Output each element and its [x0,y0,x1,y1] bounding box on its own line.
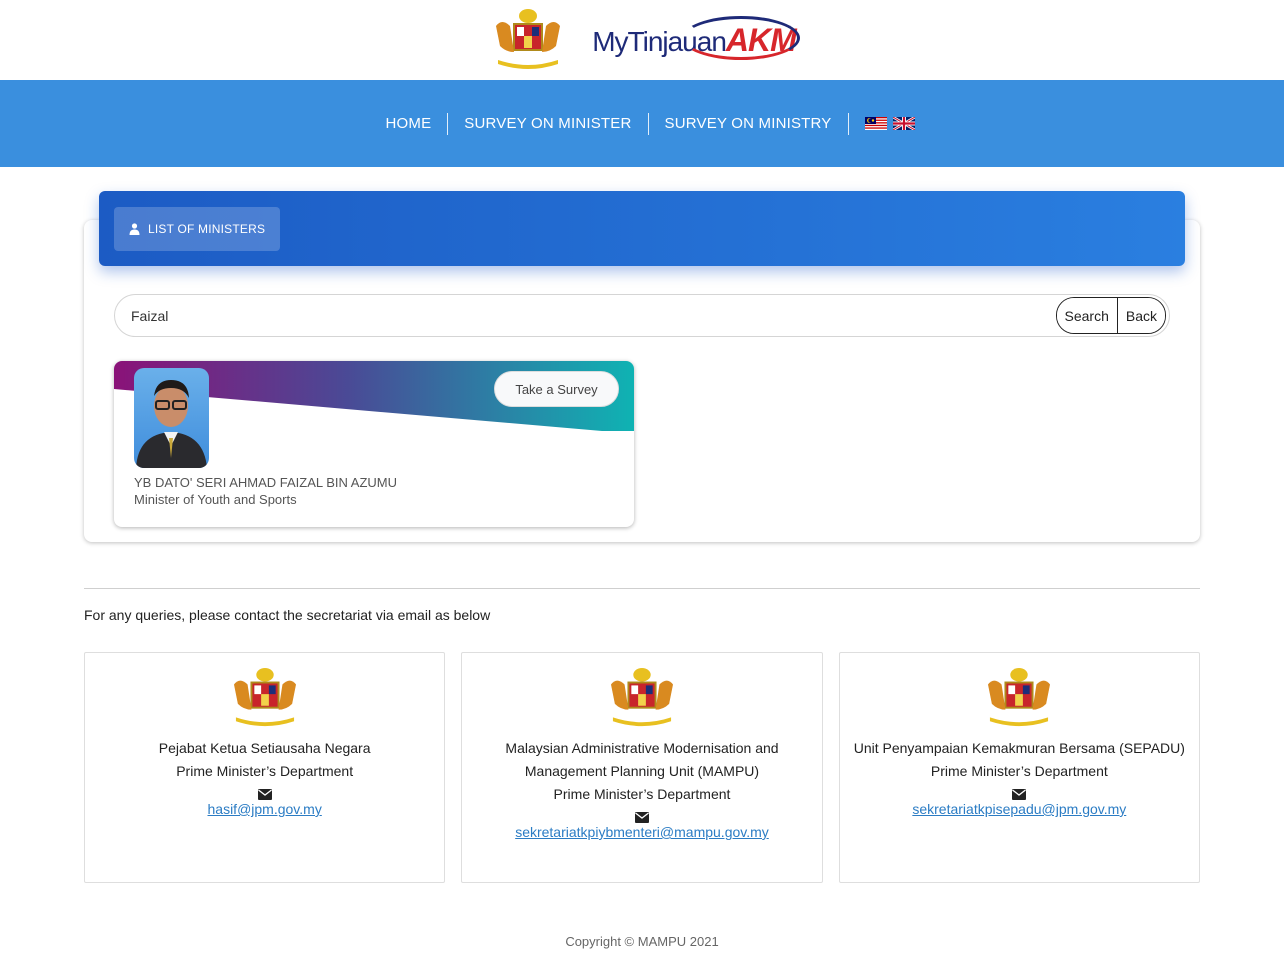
footer-divider [84,588,1200,589]
nav-survey-on-ministry[interactable]: SURVEY ON MINISTRY [649,112,849,135]
contact-dept: Prime Minister’s Department [176,763,354,779]
uk-flag-icon[interactable] [892,117,915,130]
minister-role: Minister of Youth and Sports [134,492,297,507]
contact-cards: Pejabat Ketua Setiausaha Negara Prime Mi… [84,652,1200,883]
contact-email-link[interactable]: hasif@jpm.gov.my [208,801,322,817]
brand-text-my: MyTinjauan [592,25,727,57]
brand-text-akm: AKM [725,21,797,58]
queries-text: For any queries, please contact the secr… [84,607,491,623]
main-navbar: HOME SURVEY ON MINISTER SURVEY ON MINIST… [0,80,1284,167]
coat-of-arms-icon [233,667,296,727]
person-silhouette-icon [136,380,207,468]
ministers-panel-header: LIST OF MINISTERS [99,191,1185,266]
user-icon [129,223,140,235]
search-button-group: Search Back [1055,297,1166,334]
coat-of-arms-icon [610,667,673,727]
envelope-icon [257,789,272,800]
search-input[interactable] [131,305,1031,327]
tab-label: LIST OF MINISTERS [148,222,266,236]
contact-org-2: Management Planning Unit (MAMPU) [524,763,760,779]
coat-of-arms-icon [988,667,1051,727]
contact-org: Unit Penyampaian Kemakmuran Bersama (SEP… [853,740,1185,756]
contact-org: Pejabat Ketua Setiausaha Negara [158,740,371,756]
tab-list-of-ministers[interactable]: LIST OF MINISTERS [114,207,281,251]
coat-of-arms-logo-icon [496,9,561,69]
minister-card: Take a Survey YB DATO' SERI AHMAD FAIZAL… [114,361,634,527]
top-header: MyTinjauan AKM [0,0,1284,80]
contact-dept: Prime Minister’s Department [553,786,731,802]
copyright-text: Copyright © MAMPU 2021 [565,934,719,949]
contact-email-link[interactable]: sekretariatkpiybmenteri@mampu.gov.my [515,824,769,840]
brand-logo: MyTinjauan AKM [592,15,801,60]
minister-name: YB DATO' SERI AHMAD FAIZAL BIN AZUMU [134,475,398,490]
contact-org: Malaysian Administrative Modernisation a… [505,740,779,756]
envelope-icon [634,812,649,823]
nav-survey-on-minister[interactable]: SURVEY ON MINISTER [448,112,649,135]
language-switcher [849,117,915,130]
contact-email-link[interactable]: sekretariatkpisepadu@jpm.gov.my [912,801,1126,817]
envelope-icon [1012,789,1027,800]
back-button[interactable]: Back [1116,298,1165,333]
nav-home[interactable]: HOME [369,112,449,135]
take-a-survey-button[interactable]: Take a Survey [494,371,619,407]
search-bar: Search Back [114,294,1170,337]
malaysia-flag-icon[interactable] [864,117,887,130]
contact-card: Malaysian Administrative Modernisation a… [461,652,823,883]
contact-card: Pejabat Ketua Setiausaha Negara Prime Mi… [84,652,446,883]
contact-dept: Prime Minister’s Department [930,763,1108,779]
search-button[interactable]: Search [1056,298,1117,333]
minister-photo [134,368,209,468]
contact-card: Unit Penyampaian Kemakmuran Bersama (SEP… [838,652,1200,883]
